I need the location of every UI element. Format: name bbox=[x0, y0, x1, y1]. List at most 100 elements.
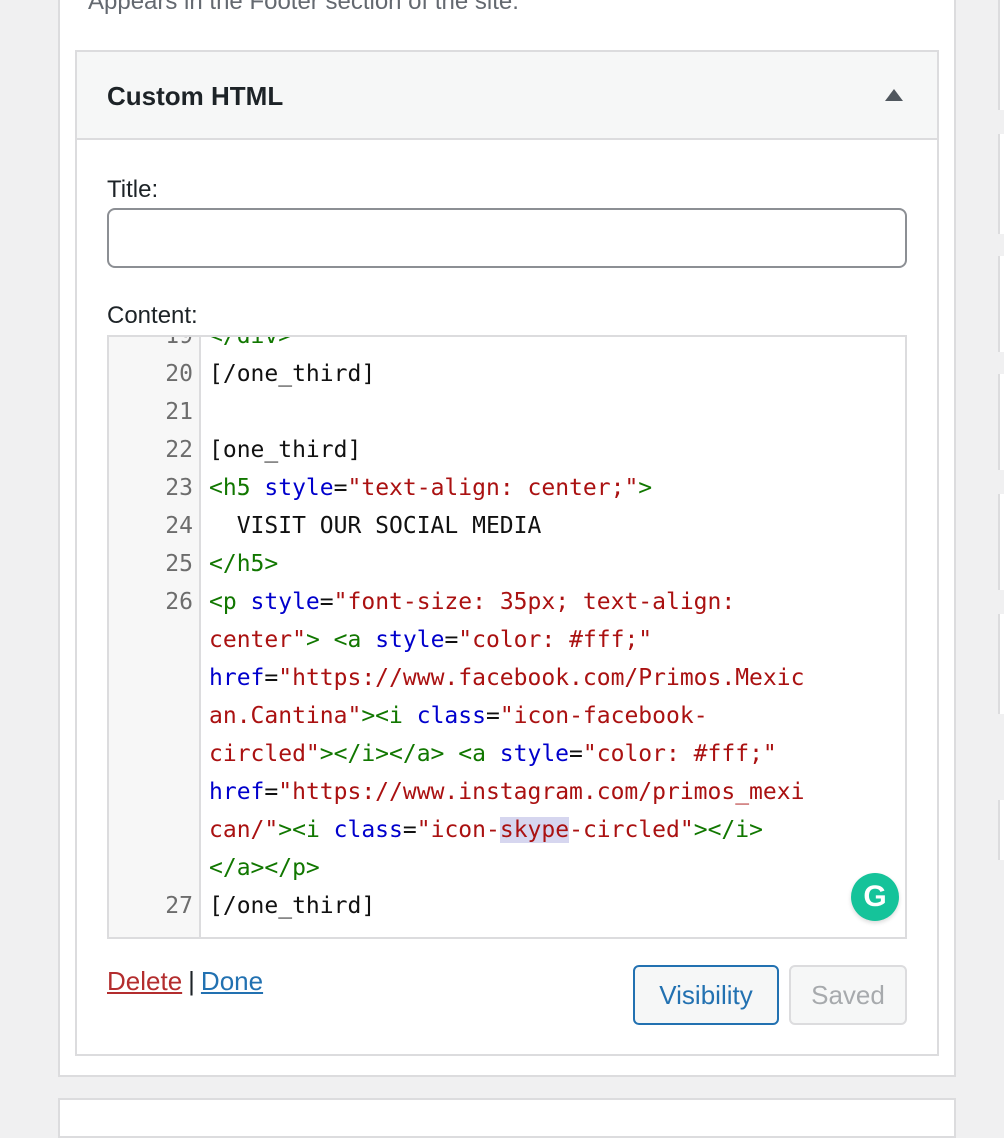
line-code: <p style="font-size: 35px; text-align: bbox=[209, 583, 735, 621]
line-code: href="https://www.instagram.com/primos_m… bbox=[209, 773, 804, 811]
line-code: circled"></i></a> <a style="color: #fff;… bbox=[209, 735, 777, 773]
line-number: 22 bbox=[165, 437, 193, 463]
code-line: 19 </div> bbox=[109, 335, 905, 355]
code-token: [/one_third] bbox=[209, 361, 376, 387]
code-token: href bbox=[209, 779, 265, 805]
code-token: ><i bbox=[361, 703, 417, 729]
adjacent-panel-edge bbox=[998, 374, 1004, 470]
code-token: <h5 bbox=[209, 475, 265, 501]
code-token: can/" bbox=[209, 817, 279, 843]
adjacent-panel-edge bbox=[998, 800, 1004, 860]
code-token: ><i bbox=[278, 817, 334, 843]
code-token: class bbox=[333, 817, 403, 843]
code-token: style bbox=[499, 741, 570, 767]
code-line: center"> <a style="color: #fff;" bbox=[109, 621, 905, 659]
code-token: [/one_third] bbox=[209, 893, 376, 919]
code-line: an.Cantina"><i class="icon-facebook- bbox=[109, 697, 905, 735]
code-line: can/"><i class="icon-skype-circled"></i> bbox=[109, 811, 905, 849]
line-code: [/one_third] bbox=[209, 355, 375, 393]
code-token: ></i></a> <a bbox=[319, 741, 500, 767]
code-line: 25 </h5> bbox=[109, 545, 905, 583]
widget-title: Custom HTML bbox=[107, 81, 284, 111]
line-number: 19 bbox=[165, 335, 193, 349]
next-widget-area-panel bbox=[58, 1098, 956, 1138]
code-token: "color: #fff;" bbox=[458, 627, 653, 653]
line-number: 27 bbox=[165, 893, 193, 919]
code-token: href bbox=[209, 665, 265, 691]
saved-button[interactable]: Saved bbox=[789, 965, 907, 1025]
done-link[interactable]: Done bbox=[201, 966, 263, 996]
delete-link[interactable]: Delete bbox=[107, 966, 182, 996]
code-line: 24 VISIT OUR SOCIAL MEDIA bbox=[109, 507, 905, 545]
code-line: 23 <h5 style="text-align: center;"> bbox=[109, 469, 905, 507]
code-token: style bbox=[264, 475, 334, 501]
code-line: href="https://www.facebook.com/Primos.Me… bbox=[109, 659, 905, 697]
grammarly-icon[interactable]: G bbox=[851, 873, 899, 921]
code-token: [one_third] bbox=[209, 437, 362, 463]
line-code: center"> <a style="color: #fff;" bbox=[209, 621, 652, 659]
code-token: "icon- bbox=[416, 817, 500, 843]
title-input[interactable] bbox=[107, 208, 907, 268]
code-token: "https://www.instagram.com/primos_mexi bbox=[278, 779, 805, 805]
code-token: <p bbox=[209, 589, 251, 615]
code-token: class bbox=[416, 703, 486, 729]
code-token: -circled" bbox=[569, 817, 694, 843]
code-token: VISIT OUR SOCIAL MEDIA bbox=[209, 513, 542, 539]
visibility-button[interactable]: Visibility bbox=[633, 965, 779, 1025]
line-code: href="https://www.facebook.com/Primos.Me… bbox=[209, 659, 804, 697]
adjacent-panel-edge bbox=[998, 494, 1004, 590]
line-number: 24 bbox=[165, 513, 193, 539]
code-line: </a></p> bbox=[109, 849, 905, 887]
code-line: circled"></i></a> <a style="color: #fff;… bbox=[109, 735, 905, 773]
line-code: </a></p> bbox=[209, 849, 320, 887]
line-code: [/one_third] bbox=[209, 887, 375, 925]
adjacent-panel-edge bbox=[998, 0, 1004, 110]
title-label: Title: bbox=[107, 176, 159, 203]
widget-toggle-button[interactable] bbox=[867, 72, 923, 122]
code-token: > <a bbox=[305, 627, 376, 653]
line-code: </div> bbox=[209, 335, 293, 355]
line-code: </h5> bbox=[209, 545, 278, 583]
custom-html-widget: Custom HTML Title: Content: 19 </div> 20 [/… bbox=[75, 50, 939, 1056]
link-separator: | bbox=[188, 966, 195, 996]
code-token: </a></p> bbox=[209, 855, 320, 881]
line-code: [one_third] bbox=[209, 431, 361, 469]
code-token: > bbox=[638, 475, 653, 501]
widget-area-description: Appears in the Footer section of the sit… bbox=[88, 0, 519, 15]
code-token: = bbox=[444, 627, 459, 653]
line-number: 21 bbox=[165, 399, 193, 425]
code-line: 22 [one_third] bbox=[109, 431, 905, 469]
code-token: = bbox=[264, 779, 279, 805]
line-number: 25 bbox=[165, 551, 193, 577]
collapse-arrow-icon bbox=[885, 89, 903, 101]
code-token: center" bbox=[209, 627, 306, 653]
code-editor[interactable]: 19 </div> 20 [/one_third] 21 22 [one_third] 23 <… bbox=[107, 335, 907, 939]
line-code: VISIT OUR SOCIAL MEDIA bbox=[209, 507, 542, 545]
widget-control-links: Delete | Done bbox=[107, 966, 263, 997]
code-token: = bbox=[485, 703, 500, 729]
adjacent-panel-edge bbox=[998, 256, 1004, 352]
widget-header[interactable]: Custom HTML bbox=[77, 52, 937, 140]
code-token: style bbox=[375, 627, 445, 653]
code-token: "text-align: center;" bbox=[347, 475, 639, 501]
line-number: 23 bbox=[165, 475, 193, 501]
code-token: </div> bbox=[209, 335, 293, 349]
code-token: skype bbox=[499, 817, 570, 843]
code-token: = bbox=[569, 741, 583, 767]
line-number: 26 bbox=[165, 589, 193, 615]
code-token: = bbox=[333, 475, 348, 501]
line-code: <h5 style="text-align: center;"> bbox=[209, 469, 652, 507]
content-label: Content: bbox=[107, 302, 198, 329]
adjacent-panel-edge bbox=[998, 134, 1004, 234]
code-token: </h5> bbox=[209, 551, 279, 577]
code-line: 27 [/one_third] bbox=[109, 887, 905, 925]
code-token: = bbox=[264, 665, 279, 691]
code-token: "font-size: 35px; text-align: bbox=[333, 589, 736, 615]
code-line: 20 [/one_third] bbox=[109, 355, 905, 393]
code-token: ></i> bbox=[693, 817, 763, 843]
line-code: an.Cantina"><i class="icon-facebook- bbox=[209, 697, 708, 735]
code-token: "https://www.facebook.com/Primos.Mexic bbox=[278, 665, 805, 691]
code-token: = bbox=[319, 589, 334, 615]
code-token: "color: #fff;" bbox=[582, 741, 777, 767]
code-token: style bbox=[250, 589, 320, 615]
